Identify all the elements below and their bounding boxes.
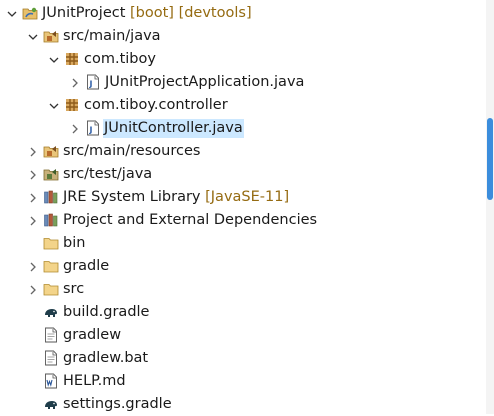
source-folder-icon xyxy=(43,143,59,159)
tree-row-src-test-java[interactable]: src/test/java xyxy=(0,163,486,186)
chevron-right-icon[interactable] xyxy=(67,117,83,140)
svg-text:J: J xyxy=(89,126,93,135)
jre-library-label: JRE System Library [JavaSE-11] xyxy=(63,189,290,205)
text-file-icon xyxy=(43,327,59,343)
folder-icon xyxy=(43,281,59,297)
svg-text:J: J xyxy=(89,80,93,89)
package-tiboy-label: com.tiboy xyxy=(84,51,156,67)
text-file-icon xyxy=(43,350,59,366)
tree-row-jre-library[interactable]: JRE System Library [JavaSE-11] xyxy=(0,186,486,209)
vertical-scrollbar[interactable] xyxy=(486,0,494,414)
library-icon xyxy=(43,212,59,228)
scrollbar-thumb[interactable] xyxy=(487,118,493,200)
chevron-right-icon[interactable] xyxy=(25,209,41,232)
package-icon xyxy=(64,51,80,67)
tree-row-gradlew-bat[interactable]: gradlew.bat xyxy=(0,347,486,370)
tree-row-dependencies[interactable]: Project and External Dependencies xyxy=(0,209,486,232)
chevron-right-icon[interactable] xyxy=(25,163,41,186)
library-icon xyxy=(43,189,59,205)
folder-icon xyxy=(43,258,59,274)
word-document-icon xyxy=(43,373,59,389)
tree-row-package-controller[interactable]: com.tiboy.controller xyxy=(0,94,486,117)
src-main-java-label: src/main/java xyxy=(63,28,161,44)
test-source-folder-icon xyxy=(43,166,59,182)
tree-row-file-controller[interactable]: J JUnitController.java xyxy=(0,117,486,140)
chevron-right-icon[interactable] xyxy=(25,278,41,301)
src-test-java-label: src/test/java xyxy=(63,166,153,182)
tree-row-gradle[interactable]: gradle xyxy=(0,255,486,278)
help-md-label: HELP.md xyxy=(63,373,126,389)
tree-row-project[interactable]: JUnitProject [boot] [devtools] xyxy=(0,2,486,25)
src-label: src xyxy=(63,281,85,297)
tree-row-build-gradle[interactable]: build.gradle xyxy=(0,301,486,324)
file-application-label: JUnitProjectApplication.java xyxy=(105,74,305,90)
bin-label: bin xyxy=(63,235,86,251)
file-controller-label: JUnitController.java xyxy=(103,119,244,138)
package-controller-label: com.tiboy.controller xyxy=(84,97,228,113)
build-gradle-label: build.gradle xyxy=(63,304,150,320)
chevron-down-icon[interactable] xyxy=(4,2,20,25)
gradle-elephant-icon xyxy=(43,304,59,320)
chevron-right-icon[interactable] xyxy=(25,186,41,209)
chevron-right-icon[interactable] xyxy=(25,255,41,278)
java-file-icon: J xyxy=(85,74,101,90)
dependencies-label: Project and External Dependencies xyxy=(63,212,318,228)
gradle-label: gradle xyxy=(63,258,110,274)
chevron-right-icon[interactable] xyxy=(25,140,41,163)
settings-gradle-label: settings.gradle xyxy=(63,396,172,412)
chevron-down-icon[interactable] xyxy=(46,48,62,71)
java-file-icon: J xyxy=(85,120,101,136)
tree-row-src-main-java[interactable]: src/main/java xyxy=(0,25,486,48)
src-main-resources-label: src/main/resources xyxy=(63,143,201,159)
tree-row-package-tiboy[interactable]: com.tiboy xyxy=(0,48,486,71)
source-folder-icon xyxy=(43,28,59,44)
package-icon xyxy=(64,97,80,113)
tree-row-file-application[interactable]: J JUnitProjectApplication.java xyxy=(0,71,486,94)
project-label: JUnitProject [boot] [devtools] xyxy=(42,5,252,21)
chevron-right-icon[interactable] xyxy=(67,71,83,94)
tree-row-help-md[interactable]: HELP.md xyxy=(0,370,486,393)
tree-row-settings-gradle[interactable]: settings.gradle xyxy=(0,393,486,416)
chevron-down-icon[interactable] xyxy=(46,94,62,117)
tree-row-bin[interactable]: bin xyxy=(0,232,486,255)
tree-row-src[interactable]: src xyxy=(0,278,486,301)
tree-row-src-main-resources[interactable]: src/main/resources xyxy=(0,140,486,163)
folder-icon xyxy=(43,235,59,251)
gradlew-label: gradlew xyxy=(63,327,122,343)
tree-row-gradlew[interactable]: gradlew xyxy=(0,324,486,347)
gradlew-bat-label: gradlew.bat xyxy=(63,350,149,366)
gradle-elephant-icon xyxy=(43,396,59,412)
java-project-icon xyxy=(22,5,38,21)
chevron-down-icon[interactable] xyxy=(25,25,41,48)
project-explorer-tree: JUnitProject [boot] [devtools] src/main/… xyxy=(0,0,486,414)
